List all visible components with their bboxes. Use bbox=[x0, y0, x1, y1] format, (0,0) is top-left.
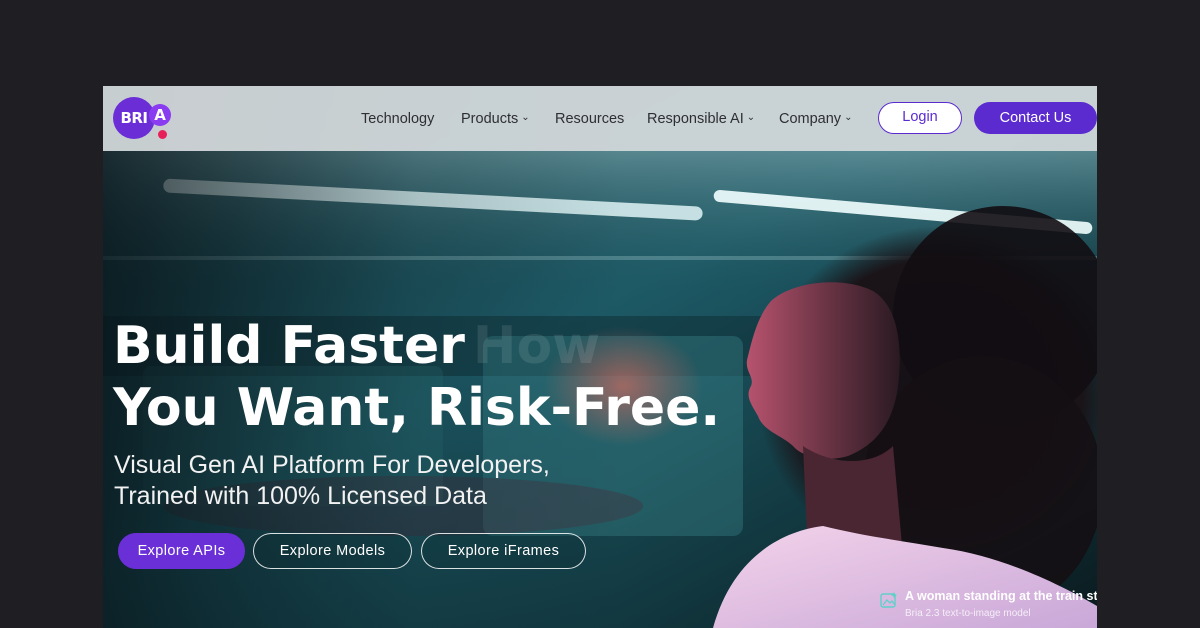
nav-item-label: Technology bbox=[361, 110, 435, 127]
chevron-down-icon: ⌄ bbox=[844, 112, 853, 123]
nav-item-label: Responsible AI bbox=[647, 110, 744, 127]
nav-item-company[interactable]: Company ⌄ bbox=[779, 86, 852, 151]
nav-item-products[interactable]: Products ⌄ bbox=[461, 86, 530, 151]
nav-item-resources[interactable]: Resources bbox=[555, 86, 624, 151]
login-button[interactable]: Login bbox=[878, 102, 962, 134]
logo-accent-letter: A bbox=[149, 104, 171, 126]
nav-item-label: Resources bbox=[555, 110, 625, 127]
hero-subhead-line2: Trained with 100% Licensed Data bbox=[114, 482, 487, 510]
nav-item-technology[interactable]: Technology bbox=[361, 86, 434, 151]
nav-item-responsible-ai[interactable]: Responsible AI ⌄ bbox=[647, 86, 755, 151]
hero-subhead-line1: Visual Gen AI Platform For Developers, bbox=[114, 451, 550, 479]
hero-headline-ghost-word: How bbox=[472, 316, 601, 376]
logo-dot bbox=[158, 130, 167, 139]
explore-models-button[interactable]: Explore Models bbox=[253, 533, 412, 569]
hero-headline-line2: You Want, Risk-Free. bbox=[113, 378, 721, 438]
bria-logo[interactable]: BRI A bbox=[113, 97, 185, 141]
explore-iframes-button[interactable]: Explore iFrames bbox=[421, 533, 586, 569]
caption-title: A woman standing at the train st bbox=[905, 589, 1097, 603]
hero-headline-line1: Build Faster How bbox=[113, 315, 600, 377]
image-icon bbox=[880, 592, 897, 608]
hero-headline-text: Build Faster bbox=[113, 316, 465, 376]
caption-subtitle: Bria 2.3 text-to-image model bbox=[905, 608, 1031, 619]
explore-apis-button[interactable]: Explore APIs bbox=[118, 533, 245, 569]
nav-item-label: Company bbox=[779, 110, 842, 127]
image-caption: A woman standing at the train st Bria 2.… bbox=[880, 589, 1097, 623]
chevron-down-icon: ⌄ bbox=[746, 112, 756, 123]
chevron-down-icon: ⌄ bbox=[521, 112, 530, 123]
browser-viewport: BRI A Technology Products ⌄ Resources Re… bbox=[103, 86, 1097, 628]
site-header: BRI A Technology Products ⌄ Resources Re… bbox=[103, 86, 1097, 151]
contact-us-button[interactable]: Contact Us bbox=[974, 102, 1097, 134]
nav-item-label: Products bbox=[461, 110, 519, 127]
